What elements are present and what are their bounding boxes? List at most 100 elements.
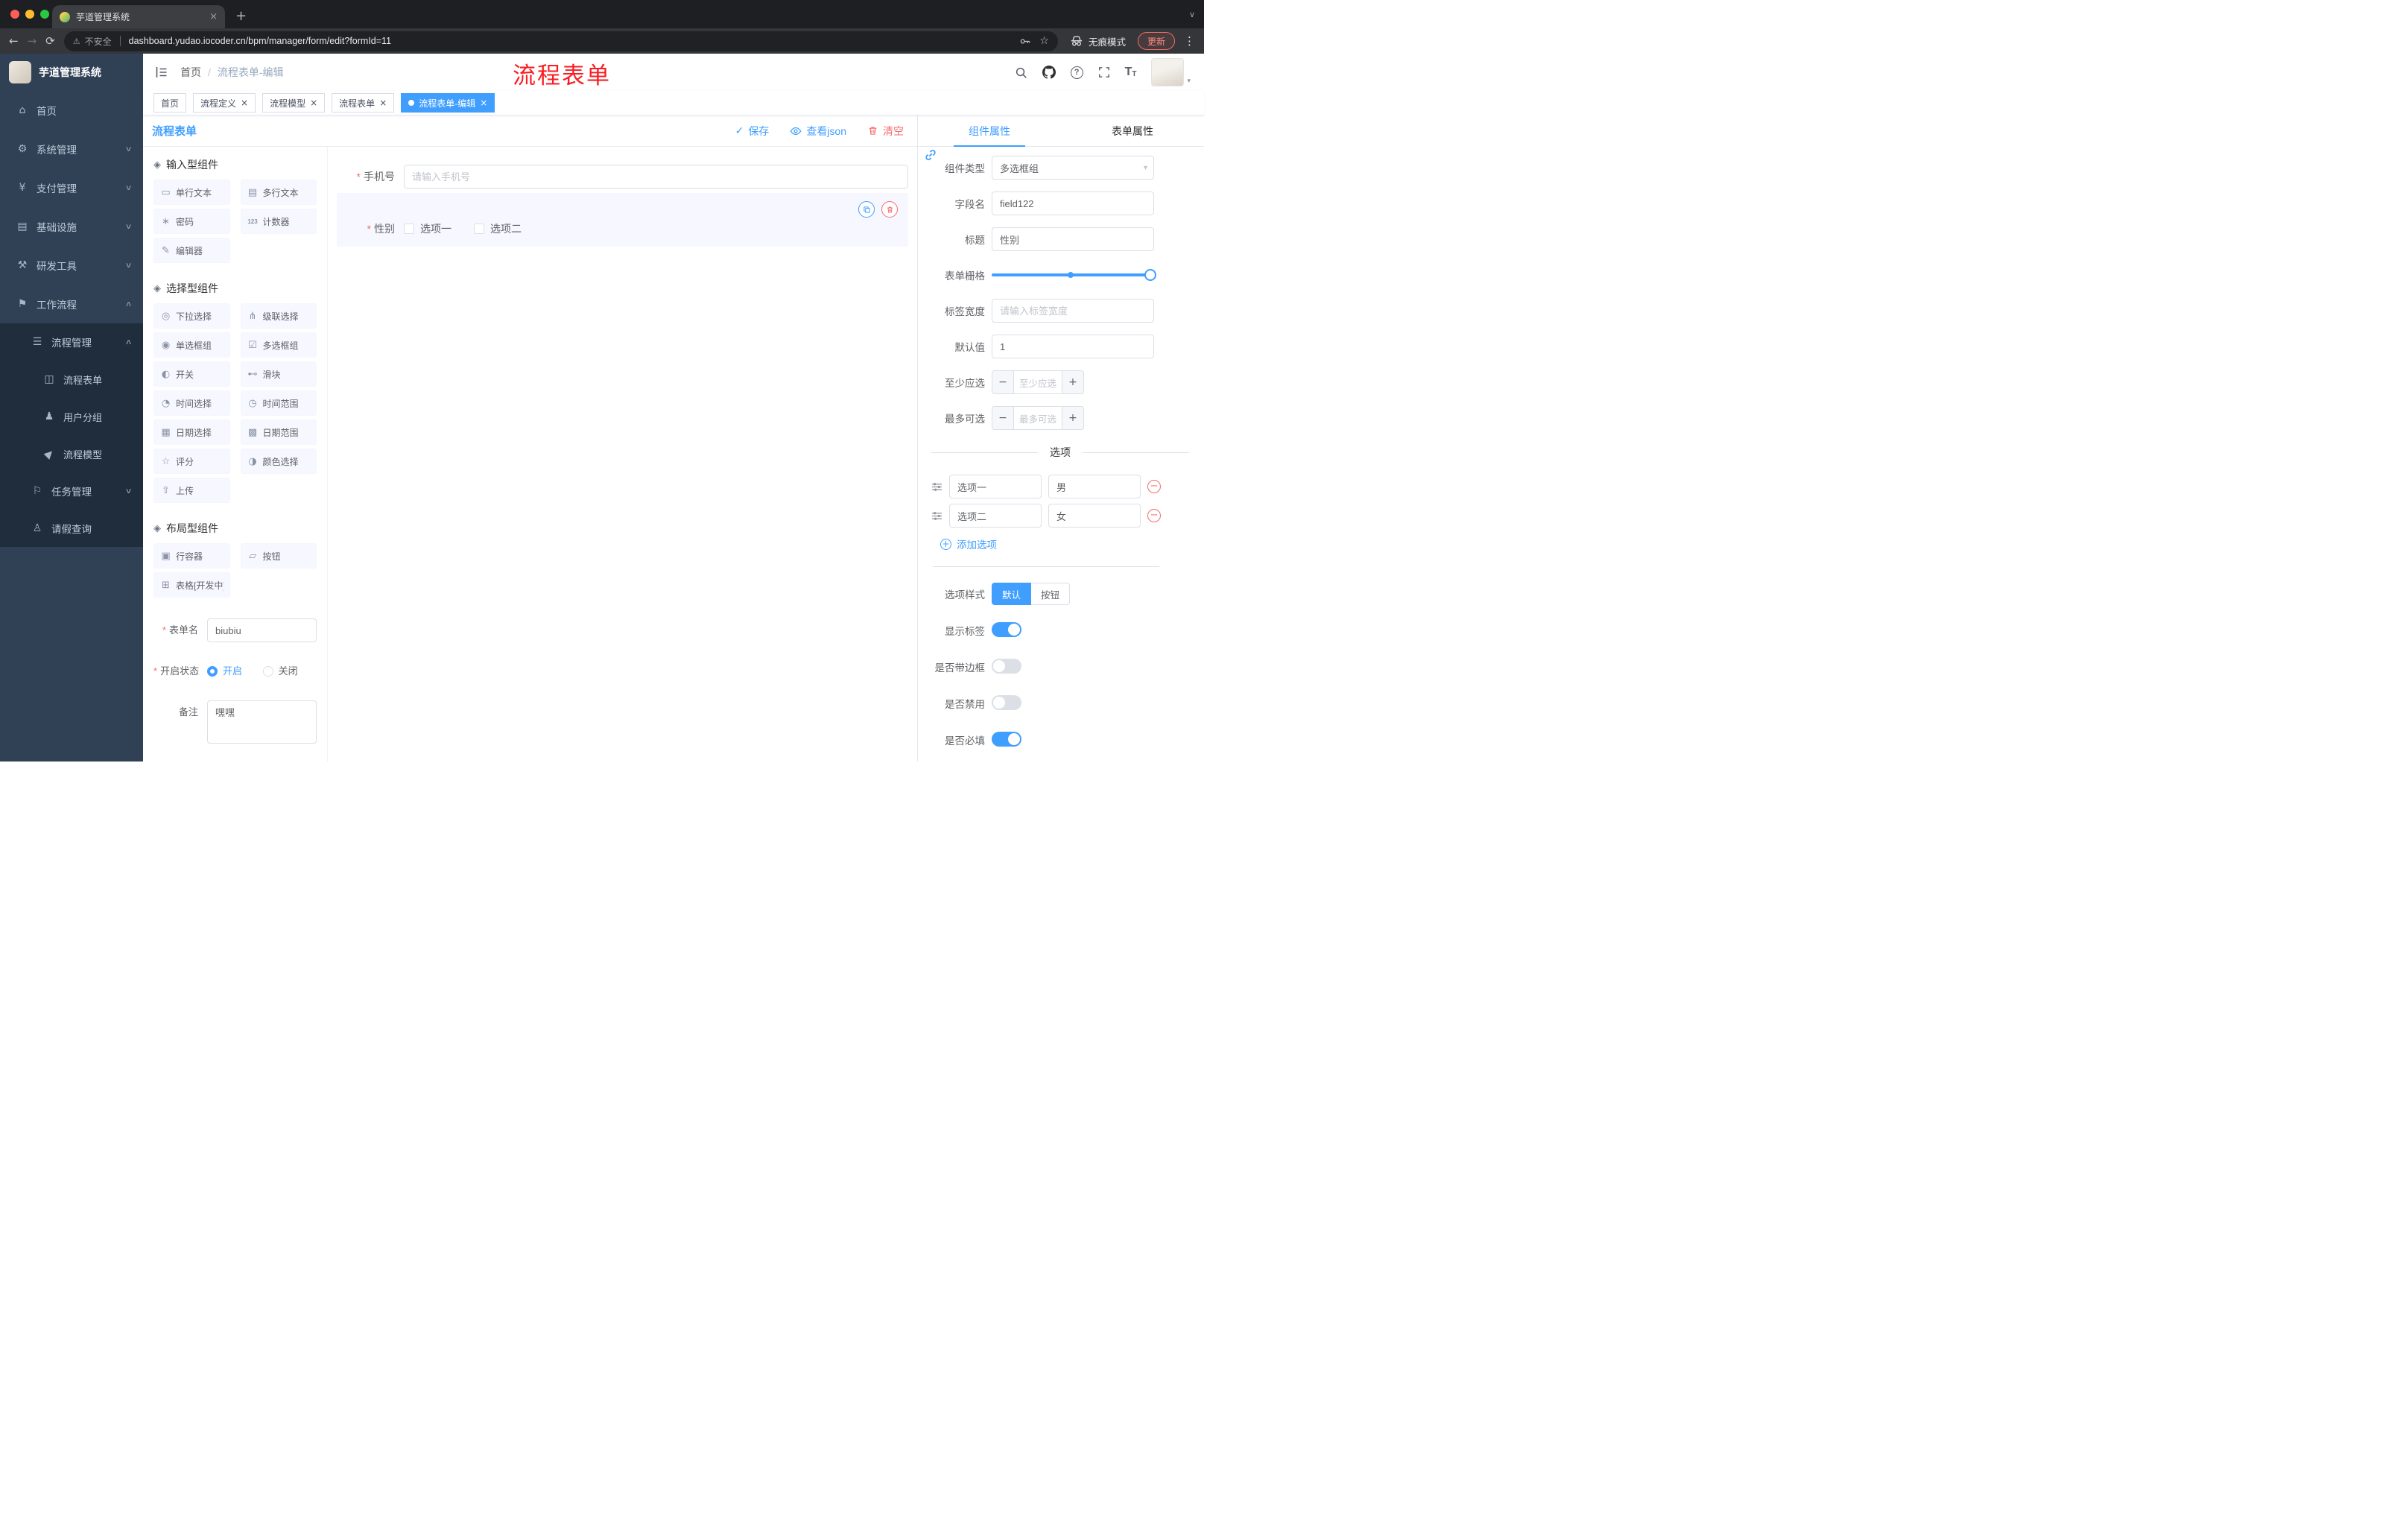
label-width-input[interactable] [992, 299, 1154, 323]
palette-item-switch[interactable]: ◐ 开关 [153, 361, 230, 387]
with-border-switch[interactable] [992, 658, 1021, 674]
palette-item-editor[interactable]: ✎ 编辑器 [153, 238, 230, 263]
palette-item-checkbox-group[interactable]: ☑ 多选框组 [240, 332, 317, 358]
palette-item-upload[interactable]: ⇧ 上传 [153, 478, 230, 503]
drag-handle-icon[interactable] [931, 510, 942, 522]
copy-component-button[interactable] [858, 201, 875, 218]
link-icon[interactable] [924, 148, 937, 162]
show-label-switch[interactable] [992, 621, 1021, 637]
user-avatar[interactable]: ▾ [1151, 58, 1191, 86]
tag-process-form-edit[interactable]: 流程表单-编辑 × [401, 93, 495, 113]
search-icon[interactable] [1015, 66, 1027, 79]
style-default-button[interactable]: 默认 [992, 583, 1032, 605]
sidebar-item-leave-query[interactable]: ♙ 请假查询 [0, 510, 143, 547]
sidebar-item-process-form[interactable]: ◫ 流程表单 [0, 361, 143, 398]
form-remark-textarea[interactable]: 嘿嘿 [207, 700, 317, 744]
palette-item-dropdown-select[interactable]: ◎ 下拉选择 [153, 303, 230, 329]
add-option-button[interactable]: + 添加选项 [940, 536, 1204, 551]
decrement-button[interactable]: − [992, 370, 1014, 394]
bookmark-star-icon[interactable]: ☆ [1039, 35, 1049, 47]
sidebar-item-process-model[interactable]: ▶ 流程模型 [0, 435, 143, 472]
delete-component-button[interactable] [881, 201, 898, 218]
option-2-name-input[interactable] [949, 504, 1042, 528]
browser-menu-icon[interactable]: ⋮ [1184, 34, 1195, 48]
increment-button[interactable]: + [1062, 370, 1084, 394]
reload-button[interactable]: ⟳ [45, 35, 55, 47]
sidebar-item-system-management[interactable]: ⚙ 系统管理 ∨ [0, 130, 143, 168]
sidebar-item-infrastructure[interactable]: ▤ 基础设施 ∨ [0, 207, 143, 246]
status-off-radio[interactable]: 关闭 [262, 659, 298, 683]
max-select-value[interactable]: 最多可选 [1014, 406, 1062, 430]
decrement-button[interactable]: − [992, 406, 1014, 430]
sidebar-item-process-management[interactable]: ☰ 流程管理 ∧ [0, 323, 143, 361]
palette-item-table[interactable]: ⊞ 表格[开发中] [153, 572, 230, 598]
tag-process-model[interactable]: 流程模型 × [262, 93, 326, 113]
palette-item-row-container[interactable]: ▣ 行容器 [153, 543, 230, 569]
palette-item-radio-group[interactable]: ◉ 单选框组 [153, 332, 230, 358]
tab-form-props[interactable]: 表单属性 [1061, 115, 1204, 146]
drag-handle-icon[interactable] [931, 481, 942, 493]
security-label[interactable]: 不安全 [85, 35, 112, 48]
github-icon[interactable] [1042, 66, 1056, 79]
browser-tab[interactable]: 芋道管理系统 × [52, 5, 225, 28]
tab-search-chevron-icon[interactable]: ∨ [1189, 10, 1195, 19]
view-json-button[interactable]: 查看json [790, 124, 846, 139]
max-select-stepper[interactable]: − 最多可选 + [992, 406, 1154, 430]
sidebar-item-payment-management[interactable]: ¥ 支付管理 ∨ [0, 168, 143, 207]
title-input[interactable] [992, 227, 1154, 251]
tab-component-props[interactable]: 组件属性 [918, 115, 1061, 147]
tag-close-icon[interactable]: × [480, 98, 487, 108]
sidebar-item-task-management[interactable]: ⚐ 任务管理 ∨ [0, 472, 143, 510]
palette-item-time-picker[interactable]: ◔ 时间选择 [153, 390, 230, 416]
breadcrumb-home[interactable]: 首页 [180, 65, 201, 80]
tag-close-icon[interactable]: × [241, 98, 248, 108]
update-browser-button[interactable]: 更新 [1137, 32, 1175, 50]
disabled-switch[interactable] [992, 694, 1021, 710]
gender-option-2-checkbox[interactable]: 选项二 [474, 221, 522, 236]
sidebar-item-user-group[interactable]: ♟ 用户分组 [0, 398, 143, 435]
gender-option-1-checkbox[interactable]: 选项一 [404, 221, 452, 236]
tab-close-icon[interactable]: × [209, 11, 218, 22]
palette-item-password[interactable]: ∗ 密码 [153, 209, 230, 234]
min-select-stepper[interactable]: − 至少应选 + [992, 370, 1154, 394]
password-key-icon[interactable] [1019, 36, 1030, 47]
forward-button[interactable]: → [28, 35, 37, 47]
slider-track[interactable] [992, 269, 1156, 281]
palette-item-date-picker[interactable]: ▦ 日期选择 [153, 419, 230, 445]
increment-button[interactable]: + [1062, 406, 1084, 430]
field-name-input[interactable] [992, 191, 1154, 215]
palette-item-counter[interactable]: 123 计数器 [240, 209, 317, 234]
help-icon[interactable]: ? [1070, 66, 1083, 79]
min-select-value[interactable]: 至少应选 [1014, 370, 1062, 394]
canvas-field-gender-selected[interactable]: 性别 选项一 选项二 [337, 193, 908, 247]
font-size-icon[interactable]: TT [1125, 66, 1137, 78]
tag-home[interactable]: 首页 [153, 93, 187, 113]
address-bar[interactable]: ⚠ 不安全 dashboard.yudao.iocoder.cn/bpm/man… [63, 31, 1058, 51]
clear-button[interactable]: 清空 [867, 124, 904, 139]
app-logo[interactable]: 芋道管理系统 [0, 54, 143, 91]
palette-item-slider[interactable]: ⊷ 滑块 [240, 361, 317, 387]
close-window-button[interactable] [10, 10, 19, 19]
tag-process-definition[interactable]: 流程定义 × [193, 93, 256, 113]
form-grid-slider[interactable] [992, 263, 1156, 287]
sidebar-item-home[interactable]: ⌂ 首页 [0, 91, 143, 130]
slider-handle[interactable] [1144, 269, 1156, 281]
canvas-field-phone[interactable]: 手机号 [337, 165, 908, 189]
fullscreen-icon[interactable] [1098, 66, 1110, 78]
default-value-input[interactable] [992, 335, 1154, 358]
option-1-value-input[interactable] [1048, 475, 1141, 498]
tag-close-icon[interactable]: × [310, 98, 317, 108]
palette-item-cascade-select[interactable]: ⋔ 级联选择 [240, 303, 317, 329]
palette-item-single-line-text[interactable]: ▭ 单行文本 [153, 180, 230, 205]
back-button[interactable]: ← [9, 35, 19, 47]
window-controls[interactable] [10, 10, 49, 19]
option-1-name-input[interactable] [949, 475, 1042, 498]
palette-item-color-picker[interactable]: ◑ 颜色选择 [240, 449, 317, 474]
option-2-value-input[interactable] [1048, 504, 1141, 528]
sidebar-item-dev-tools[interactable]: ⚒ 研发工具 ∨ [0, 246, 143, 285]
component-type-select[interactable]: 多选框组 ▾ [992, 156, 1154, 180]
palette-item-date-range[interactable]: ▩ 日期范围 [240, 419, 317, 445]
phone-field-input[interactable] [404, 165, 908, 189]
style-button-button[interactable]: 按钮 [1031, 583, 1071, 605]
remove-option-button[interactable]: − [1147, 480, 1161, 493]
